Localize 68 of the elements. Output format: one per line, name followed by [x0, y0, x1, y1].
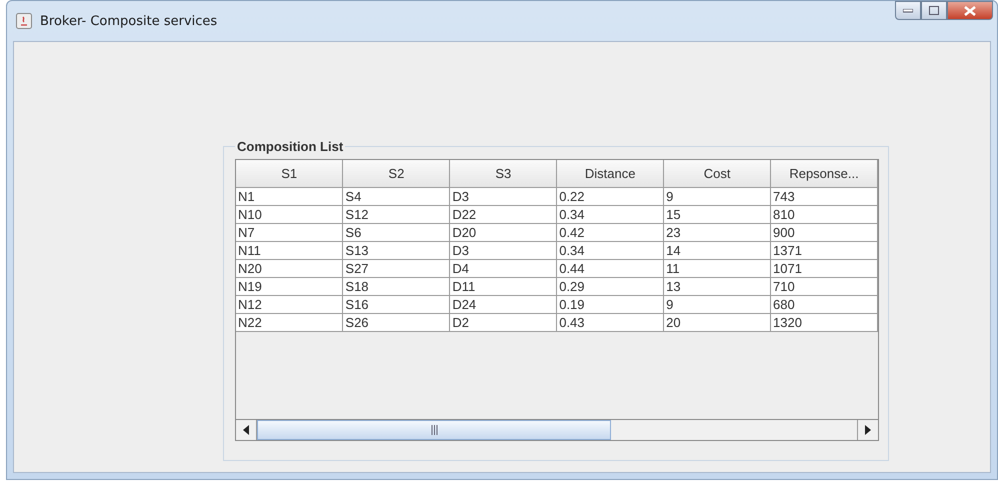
table-cell: D4 [450, 260, 557, 278]
maximize-icon [929, 6, 939, 15]
table-cell: 0.34 [556, 206, 664, 224]
table-cell: 0.29 [556, 278, 664, 296]
table-cell: 743 [770, 188, 878, 206]
table-cell: D3 [450, 188, 557, 206]
table-cell: 0.22 [556, 188, 664, 206]
table-cell: N1 [236, 188, 343, 206]
table-cell: N19 [236, 278, 343, 296]
minimize-icon [903, 8, 913, 12]
column-header[interactable]: Repsonse... [770, 160, 878, 188]
left-arrow-icon[interactable] [243, 425, 249, 435]
table-cell: S27 [342, 260, 450, 278]
column-header[interactable]: S3 [450, 160, 557, 188]
table-cell: S13 [342, 242, 450, 260]
table-cell: 900 [770, 224, 878, 242]
scroll-thumb[interactable] [257, 420, 611, 440]
table-cell: 14 [664, 242, 771, 260]
table-cell: N7 [236, 224, 343, 242]
table-cell: 20 [664, 314, 771, 332]
table-cell: 1371 [770, 242, 878, 260]
app-icon [16, 13, 32, 29]
table-cell: N20 [236, 260, 343, 278]
close-button[interactable] [947, 1, 993, 20]
grip-icon [430, 425, 438, 435]
table-cell: 9 [664, 188, 771, 206]
table-cell: S4 [342, 188, 450, 206]
table-cell: S26 [342, 314, 450, 332]
table-cell: D3 [450, 242, 557, 260]
table-cell: 23 [664, 224, 771, 242]
table-cell: 0.34 [556, 242, 664, 260]
window-title: Broker- Composite services [40, 14, 218, 28]
table-cell: N11 [236, 242, 343, 260]
table-cell: 0.43 [556, 314, 664, 332]
table-cell: 0.44 [556, 260, 664, 278]
table-cell: S6 [342, 224, 450, 242]
table-cell: 810 [770, 206, 878, 224]
table-cell: 1071 [770, 260, 878, 278]
maximize-button[interactable] [921, 1, 947, 20]
column-header[interactable]: S1 [236, 160, 343, 188]
table-cell: D11 [450, 278, 557, 296]
table-cell: S18 [342, 278, 450, 296]
table-cell: D2 [450, 314, 557, 332]
table-cell: 9 [664, 296, 771, 314]
table-cell: D22 [450, 206, 557, 224]
table-cell: 11 [664, 260, 771, 278]
table-cell: 15 [664, 206, 771, 224]
table-cell: 710 [770, 278, 878, 296]
table-cell: S12 [342, 206, 450, 224]
column-header[interactable]: S2 [342, 160, 450, 188]
table-cell: N12 [236, 296, 343, 314]
table-cell: 680 [770, 296, 878, 314]
table-cell: D20 [450, 224, 557, 242]
column-header[interactable]: Cost [664, 160, 771, 188]
minimize-button[interactable] [895, 1, 921, 20]
table-cell: D24 [450, 296, 557, 314]
table-cell: S16 [342, 296, 450, 314]
table-cell: 0.19 [556, 296, 664, 314]
table-cell: 1320 [770, 314, 878, 332]
table-cell: 0.42 [556, 224, 664, 242]
horizontal-scrollbar[interactable] [236, 419, 878, 440]
group-title: Composition List [236, 139, 344, 154]
right-arrow-icon[interactable] [865, 425, 871, 435]
close-icon [964, 6, 976, 16]
table-cell: 13 [664, 278, 771, 296]
column-header[interactable]: Distance [556, 160, 664, 188]
table-cell: N22 [236, 314, 343, 332]
table-cell: N10 [236, 206, 343, 224]
